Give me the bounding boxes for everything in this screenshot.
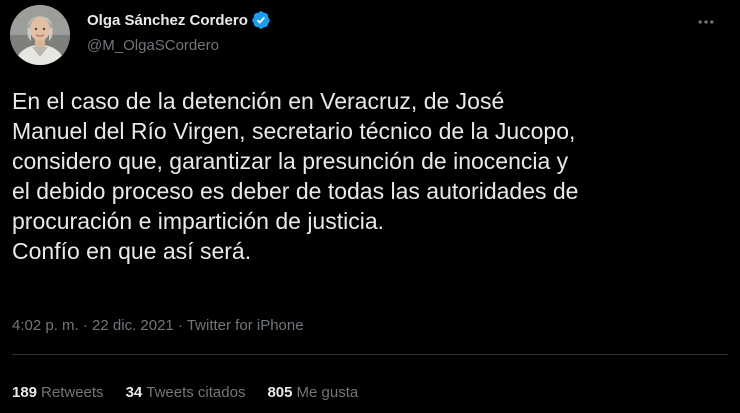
meta-separator: · bbox=[173, 317, 187, 334]
quote-tweets-count: 34 bbox=[125, 384, 143, 401]
tweet-text: En el caso de la detención en Veracruz, … bbox=[12, 86, 732, 266]
tweet-text-line: Manuel del Río Virgen, secretario técnic… bbox=[12, 118, 576, 144]
likes-stat[interactable]: 805 Me gusta bbox=[267, 384, 358, 401]
tweet-card: Olga Sánchez Cordero @M_OlgaSCordero En … bbox=[0, 0, 740, 413]
tweet-stats: 189 Retweets 34 Tweets citados 805 Me gusta bbox=[12, 384, 380, 401]
tweet-text-line: procuración e impartición de justicia. bbox=[12, 208, 385, 234]
meta-separator: · bbox=[78, 317, 93, 334]
author-handle[interactable]: @M_OlgaSCordero bbox=[87, 37, 219, 54]
more-horizontal-icon[interactable] bbox=[692, 8, 720, 36]
tweet-meta: 4:02 p. m. · 22 dic. 2021 · Twitter for … bbox=[12, 317, 304, 334]
quote-tweets-stat[interactable]: 34 Tweets citados bbox=[126, 384, 246, 401]
tweet-text-line: considero que, garantizar la presunción … bbox=[12, 148, 569, 174]
tweet-text-line: Confío en que así será. bbox=[12, 238, 252, 264]
tweet-time[interactable]: 4:02 p. m. bbox=[12, 317, 79, 334]
tweet-date[interactable]: 22 dic. 2021 bbox=[92, 317, 174, 334]
likes-label: Me gusta bbox=[296, 384, 359, 401]
tweet-text-line: En el caso de la detención en Veracruz, … bbox=[12, 88, 505, 114]
retweets-count: 189 bbox=[12, 384, 38, 401]
author-display-name[interactable]: Olga Sánchez Cordero bbox=[87, 12, 248, 29]
avatar[interactable] bbox=[10, 5, 70, 65]
retweets-stat[interactable]: 189 Retweets bbox=[12, 384, 104, 401]
avatar-image bbox=[10, 5, 70, 65]
retweets-label: Retweets bbox=[41, 384, 104, 401]
likes-count: 805 bbox=[267, 384, 293, 401]
divider bbox=[12, 354, 728, 355]
tweet-text-line: el debido proceso es deber de todas las … bbox=[12, 178, 579, 204]
verified-badge-icon bbox=[251, 10, 271, 30]
quote-tweets-label: Tweets citados bbox=[146, 384, 246, 401]
tweet-source[interactable]: Twitter for iPhone bbox=[187, 317, 304, 334]
author-name-row: Olga Sánchez Cordero bbox=[87, 10, 271, 30]
